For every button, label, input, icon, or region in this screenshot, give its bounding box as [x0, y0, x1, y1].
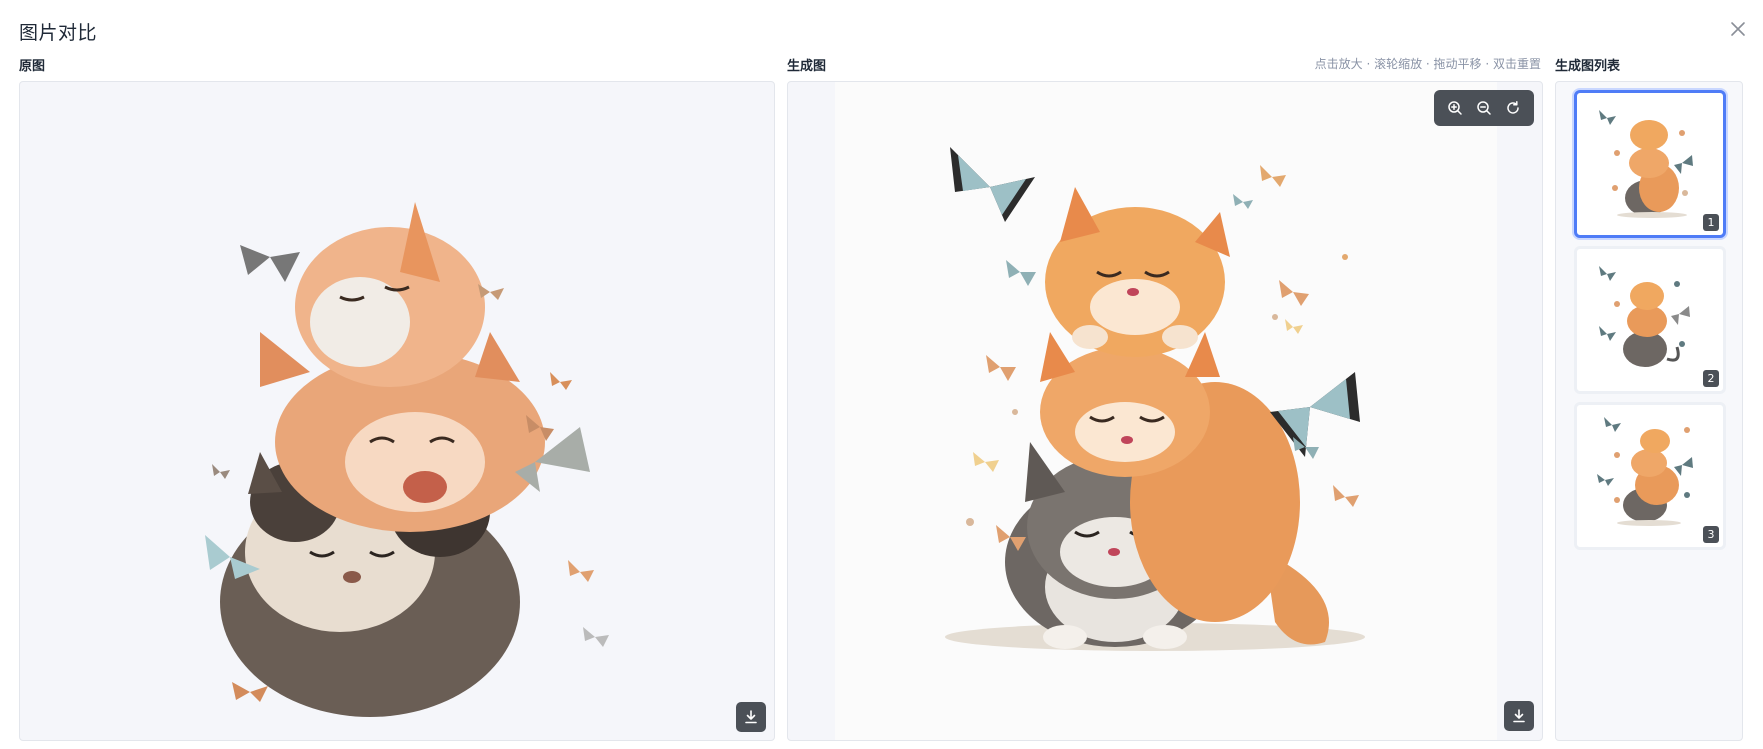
gallery-thumb-2[interactable]: 2 — [1574, 246, 1726, 394]
close-icon[interactable] — [1729, 20, 1747, 38]
thumb-image — [1599, 110, 1693, 218]
original-label: 原图 — [19, 59, 46, 74]
download-generated-button[interactable] — [1504, 701, 1534, 731]
reset-icon — [1507, 101, 1520, 114]
download-icon — [1513, 709, 1525, 723]
zoom-in-icon — [1447, 101, 1462, 115]
thumb-image — [1597, 417, 1693, 526]
thumb-index-badge: 1 — [1703, 214, 1719, 231]
gallery-panel: 1 2 3 — [1555, 81, 1743, 741]
gallery-thumb-1[interactable]: 1 — [1574, 90, 1726, 238]
original-image-panel[interactable] — [19, 81, 775, 741]
thumb-image — [1599, 266, 1690, 367]
zoom-toolbar — [1434, 90, 1534, 126]
generated-image-panel[interactable] — [787, 81, 1543, 741]
thumb-index-badge: 3 — [1703, 526, 1719, 543]
download-original-button[interactable] — [736, 702, 766, 732]
interaction-hint: 点击放大 · 滚轮缩放 · 拖动平移 · 双击重置 — [1314, 57, 1541, 71]
download-icon — [745, 710, 757, 724]
thumb-index-badge: 2 — [1703, 370, 1719, 387]
original-image — [205, 202, 609, 717]
gallery-label: 生成图列表 — [1555, 59, 1621, 74]
generated-image[interactable] — [835, 82, 1497, 740]
reset-button[interactable] — [1502, 97, 1524, 119]
dialog-title: 图片对比 — [19, 22, 98, 44]
zoom-out-icon — [1477, 101, 1491, 115]
zoom-out-button[interactable] — [1473, 97, 1495, 119]
zoom-in-button[interactable] — [1444, 97, 1466, 119]
generated-label: 生成图 — [787, 59, 827, 74]
gallery-thumb-3[interactable]: 3 — [1574, 402, 1726, 550]
